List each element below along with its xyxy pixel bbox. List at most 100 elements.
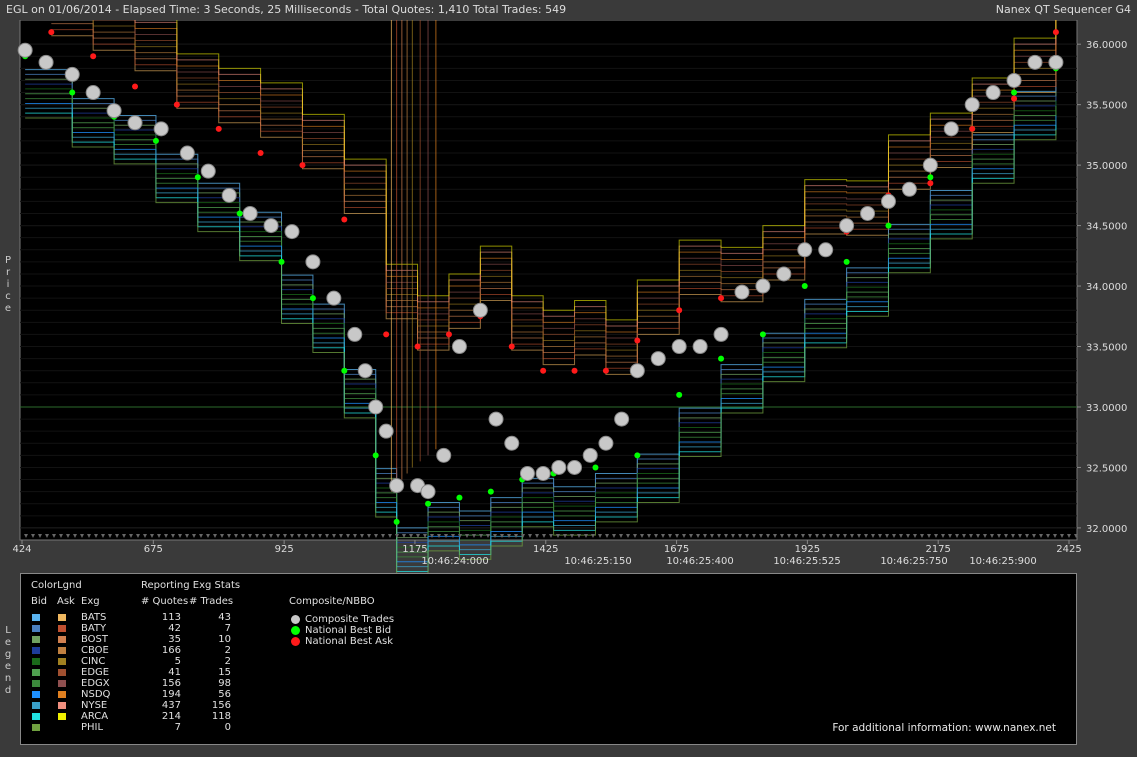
bid-header: Bid xyxy=(31,596,47,607)
quote-count: 194 xyxy=(161,689,181,700)
trade-point xyxy=(451,339,467,355)
trade-point xyxy=(1006,72,1022,88)
quote-count: 166 xyxy=(161,645,181,656)
x-tick-label: 2175 xyxy=(925,544,950,555)
info-link[interactable]: For additional information: www.nanex.ne… xyxy=(832,722,1056,734)
ask-point xyxy=(341,216,348,223)
exchange-name: EDGE xyxy=(81,667,110,678)
trade-point xyxy=(368,399,384,415)
trade-count: 2 xyxy=(224,656,231,667)
colorlgnd-header: ColorLgnd xyxy=(31,580,82,591)
ask-point xyxy=(48,29,55,36)
trade-point xyxy=(650,351,666,367)
ask-point xyxy=(508,343,515,350)
bid-point xyxy=(194,174,201,181)
ask-swatch xyxy=(58,658,66,665)
legend-panel: ColorLgnd Bid Ask Exg Reporting Exg Stat… xyxy=(20,573,1077,745)
trade-point xyxy=(436,447,452,463)
quote-count: 437 xyxy=(161,700,181,711)
trade-point xyxy=(64,66,80,82)
ask-swatch xyxy=(58,669,66,676)
x-time-label: 10:46:25:900 xyxy=(969,556,1036,567)
trade-point xyxy=(598,435,614,451)
ask-swatch xyxy=(58,625,66,632)
trade-point xyxy=(567,459,583,475)
trade-point xyxy=(488,411,504,427)
ask-point xyxy=(414,343,421,350)
bid-swatch xyxy=(32,669,40,676)
trades-header: # Trades xyxy=(189,596,234,607)
trade-point xyxy=(305,254,321,270)
chart-header: EGL on 01/06/2014 - Elapsed Time: 3 Seco… xyxy=(6,3,567,16)
exchange-name: ARCA xyxy=(81,711,109,722)
trade-point xyxy=(38,54,54,70)
trade-point xyxy=(614,411,630,427)
bid-point xyxy=(843,258,850,265)
quote-count: 7 xyxy=(174,722,181,733)
bid-swatch xyxy=(32,636,40,643)
trade-point xyxy=(629,363,645,379)
quote-count: 35 xyxy=(168,634,181,645)
title-bar: EGL on 01/06/2014 - Elapsed Time: 3 Seco… xyxy=(0,0,1137,20)
quote-count: 156 xyxy=(161,678,181,689)
ask-point xyxy=(718,295,725,302)
trade-point xyxy=(535,465,551,481)
trade-point xyxy=(901,181,917,197)
bid-swatch xyxy=(32,625,40,632)
y-tick-label: 34.0000 xyxy=(1086,282,1127,293)
trade-point xyxy=(242,205,258,221)
bid-swatch xyxy=(32,614,40,621)
exchange-name: CBOE xyxy=(81,645,109,656)
price-chart[interactable]: 36.0000 35.5000 35.0000 34.5000 34.0000 33.50… xyxy=(0,20,1137,573)
quotes-header: # Quotes xyxy=(141,596,189,607)
x-time-label: 10:46:25:150 xyxy=(564,556,631,567)
bid-point xyxy=(425,500,432,507)
trade-count: 56 xyxy=(218,689,231,700)
trade-count: 156 xyxy=(211,700,231,711)
trade-count: 7 xyxy=(224,623,231,634)
trade-point xyxy=(880,193,896,209)
trade-point xyxy=(127,115,143,131)
trade-point xyxy=(1048,54,1064,70)
trade-count: 43 xyxy=(218,612,231,623)
trade-point xyxy=(504,435,520,451)
y-tick-label: 35.5000 xyxy=(1086,101,1127,112)
trade-point xyxy=(818,242,834,258)
nbbo-label: National Best Bid xyxy=(305,625,392,636)
x-time-label: 10:46:25:525 xyxy=(773,556,840,567)
trade-count: 2 xyxy=(224,645,231,656)
ask-point xyxy=(257,150,264,157)
ask-point xyxy=(132,83,139,90)
trade-point xyxy=(582,447,598,463)
bid-swatch xyxy=(32,713,40,720)
trade-count: 98 xyxy=(218,678,231,689)
x-tick-label: 675 xyxy=(144,544,163,555)
trade-point xyxy=(472,302,488,318)
trade-point xyxy=(839,218,855,234)
plot-area xyxy=(19,20,1078,541)
bid-point xyxy=(372,452,379,459)
trade-point xyxy=(200,163,216,179)
trade-point xyxy=(1027,54,1043,70)
trade-point xyxy=(263,218,279,234)
bid-point xyxy=(801,283,808,290)
bid-point xyxy=(278,258,285,265)
trade-count: 15 xyxy=(218,667,231,678)
trade-point xyxy=(985,85,1001,101)
ask-point xyxy=(1011,95,1018,102)
trade-point xyxy=(420,484,436,500)
y-tick-label: 32.5000 xyxy=(1086,463,1127,474)
trade-point xyxy=(943,121,959,137)
exchange-name: PHIL xyxy=(81,722,104,733)
x-time-label: 10:46:25:400 xyxy=(666,556,733,567)
trade-point xyxy=(713,326,729,342)
bid-point xyxy=(676,391,683,398)
ask-point xyxy=(676,307,683,314)
x-tick-label: 1175 xyxy=(402,544,427,555)
bid-point xyxy=(885,222,892,229)
ask-point xyxy=(927,180,934,187)
x-tick-label: 424 xyxy=(12,544,31,555)
trade-point xyxy=(776,266,792,282)
x-tick-label: 925 xyxy=(275,544,294,555)
trade-point xyxy=(922,157,938,173)
